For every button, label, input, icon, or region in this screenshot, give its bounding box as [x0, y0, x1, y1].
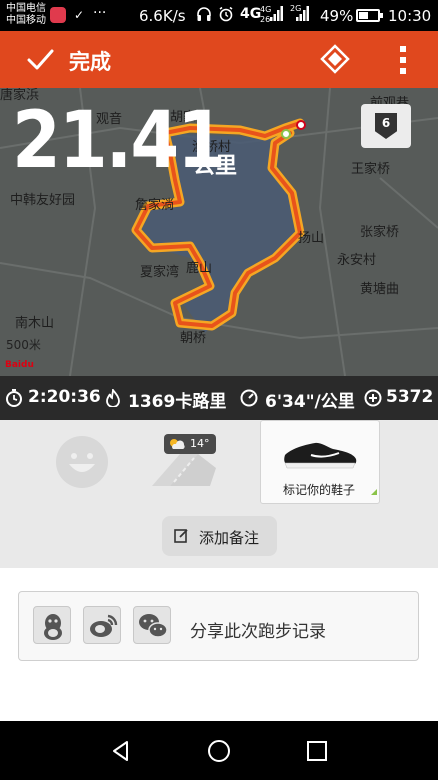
pace-gauge-icon	[240, 389, 258, 407]
edit-note-icon	[174, 529, 188, 543]
signal-1-icon	[270, 6, 284, 25]
fuel-value: 5372	[386, 387, 434, 407]
duration-value: 2:20:36	[28, 387, 101, 407]
battery-icon	[356, 9, 383, 22]
map-provider-logo: Baidu	[5, 360, 34, 370]
map-label: 黄塘曲	[360, 282, 400, 297]
calories-value: 1369卡路里	[128, 392, 227, 412]
network-26: 26	[260, 15, 271, 24]
map-label: 夏家湾	[140, 265, 180, 280]
network-4g-label: 4G	[240, 6, 262, 22]
laps-badge-button[interactable]: 6	[361, 104, 411, 148]
route-start-marker	[281, 129, 291, 139]
run-stats-bar: 2:20:36 1369卡路里 6'34"/公里 5372	[0, 376, 438, 420]
system-nav-bar	[0, 721, 438, 780]
headphones-icon	[196, 6, 212, 26]
terrain-weather-button[interactable]: 14°	[150, 432, 230, 492]
checkmark-icon[interactable]	[26, 46, 54, 74]
map-label: 詹家淌	[135, 198, 175, 213]
back-icon[interactable]	[109, 739, 133, 763]
clock: 10:30	[388, 7, 432, 25]
more-notifications-icon: ···	[93, 5, 107, 21]
done-button[interactable]: 完成	[69, 46, 111, 76]
app-bar: 完成	[0, 31, 438, 88]
network-speed: 6.6K/s	[139, 7, 186, 25]
navigation-diamond-icon[interactable]	[320, 44, 350, 74]
signal-2-icon	[296, 6, 310, 25]
map-label: 王家桥	[351, 162, 391, 177]
mood-smiley-icon[interactable]	[56, 436, 108, 488]
battery-percent: 49%	[320, 7, 354, 25]
map-label: 南木山	[15, 316, 55, 331]
partly-cloudy-icon	[170, 439, 185, 449]
add-note-label: 添加备注	[199, 529, 260, 547]
running-shoe-icon	[284, 442, 357, 469]
map-label: 张家桥	[360, 225, 400, 240]
map-label: 朝桥	[180, 331, 207, 346]
home-icon[interactable]	[207, 739, 231, 763]
wechat-share-icon[interactable]	[133, 606, 171, 644]
alarm-icon	[218, 6, 234, 26]
overflow-menu-icon[interactable]	[398, 45, 408, 75]
share-run-label[interactable]: 分享此次跑步记录	[190, 617, 326, 642]
carrier-2: 中国移动	[6, 15, 46, 26]
distance-unit: 公里	[193, 154, 238, 179]
map-label: 中韩友好园	[10, 193, 76, 208]
nike-swoosh-icon: ✓	[74, 8, 85, 22]
nikefuel-icon	[364, 389, 382, 407]
flame-icon	[106, 389, 120, 407]
app-notification-icon	[50, 7, 66, 23]
laps-count: 6	[381, 116, 391, 130]
qq-share-icon[interactable]	[33, 606, 71, 644]
dropdown-triangle-icon	[371, 489, 377, 495]
map-label: 永安村	[337, 253, 377, 268]
recent-apps-icon[interactable]	[305, 739, 329, 763]
map-scale: 500米	[6, 338, 41, 352]
weibo-share-icon[interactable]	[83, 606, 121, 644]
pace-value: 6'34"/公里	[265, 392, 355, 412]
map-label: 鹿山	[186, 261, 213, 276]
map-label: 扬山	[298, 231, 325, 246]
status-bar: 中国电信 中国移动 ✓ ··· 6.6K/s 4G 4G 26 2G 49% 1…	[0, 0, 438, 31]
stopwatch-icon	[6, 389, 22, 407]
add-note-button[interactable]: 添加备注	[162, 516, 277, 556]
route-end-marker	[296, 120, 306, 130]
tag-shoes-button[interactable]: 标记你的鞋子	[260, 420, 380, 504]
shoe-label: 标记你的鞋子	[282, 483, 355, 497]
carrier-1: 中国电信	[6, 3, 46, 14]
